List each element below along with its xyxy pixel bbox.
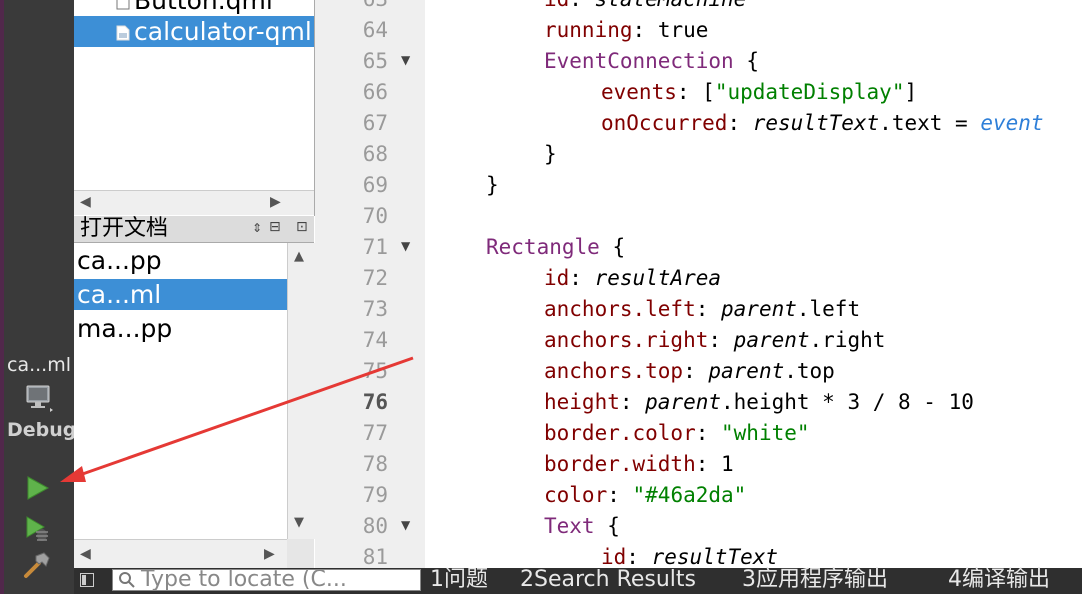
locator-input[interactable]: Type to locate (C... (112, 567, 421, 593)
locator-placeholder: Type to locate (C... (141, 567, 347, 592)
tab-search-results[interactable]: 2Search Results (520, 566, 696, 594)
output-pane-bar: Type to locate (C... 1问题 2Search Results… (74, 566, 1082, 594)
tab-compile-output[interactable]: 4编译输出 (948, 566, 1050, 594)
sidebar-toggle-icon[interactable] (80, 573, 94, 587)
tab-application-output[interactable]: 3应用程序输出 (742, 566, 888, 594)
annotation-arrow (60, 356, 414, 482)
tab-issues[interactable]: 1问题 (430, 566, 488, 594)
search-icon (118, 571, 136, 593)
